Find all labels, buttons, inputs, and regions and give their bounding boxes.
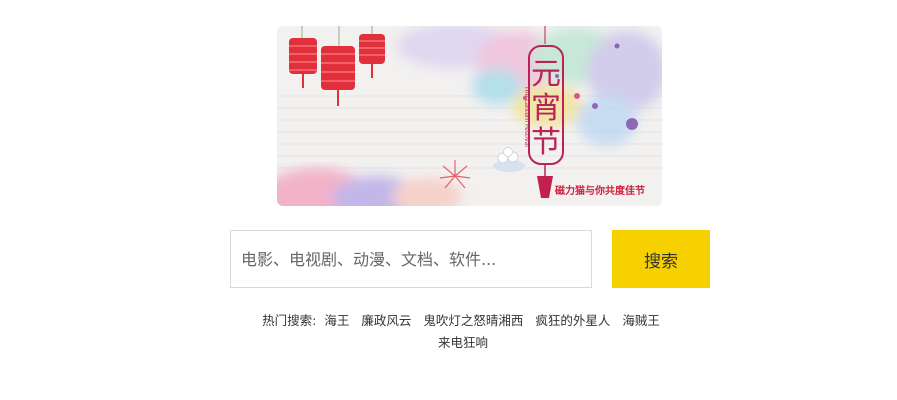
hot-search-item[interactable]: 海王 — [324, 313, 349, 328]
search-button[interactable]: 搜索 — [612, 230, 710, 288]
hot-search-item[interactable]: 海贼王 — [622, 313, 660, 328]
banner-slogan: 磁力猫与你共度佳节 — [555, 184, 645, 197]
hot-search-item[interactable]: 来电狂响 — [438, 335, 488, 350]
hot-search-bar: 热门搜索: 海王 廉政风云 鬼吹灯之怒晴湘西 疯狂的外星人 海贼王 来电狂响 — [258, 310, 668, 354]
hot-search-label: 热门搜索: — [262, 313, 317, 328]
hot-search-item[interactable]: 鬼吹灯之怒晴湘西 — [423, 313, 523, 328]
banner-title-char-2: 宵 — [531, 92, 561, 125]
hot-search-item[interactable]: 廉政风云 — [361, 313, 411, 328]
banner-title-char-1: 元 — [531, 58, 561, 91]
festival-banner: 元 宵 节 The Lantern Festival 磁力猫与你共度佳节 — [277, 26, 662, 206]
search-input[interactable] — [230, 230, 592, 288]
banner-title-char-3: 节 — [531, 126, 561, 159]
banner-illustration: 元 宵 节 The Lantern Festival 磁力猫与你共度佳节 — [277, 26, 662, 206]
hot-search-item[interactable]: 疯狂的外星人 — [535, 313, 610, 328]
banner-english-caption: The Lantern Festival — [523, 85, 530, 147]
page: 元 宵 节 The Lantern Festival 磁力猫与你共度佳节 搜索 … — [0, 0, 897, 400]
